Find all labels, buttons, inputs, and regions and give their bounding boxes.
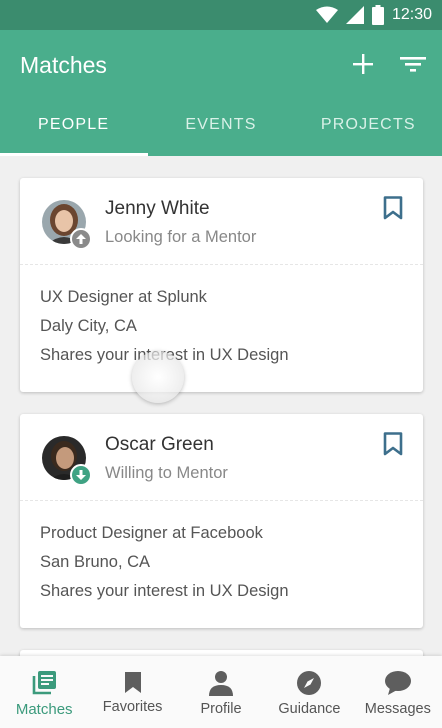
match-location: Daly City, CA [40,317,137,335]
nav-label: Matches [15,701,73,718]
tab-people[interactable]: PEOPLE [0,98,147,156]
match-job: Product Designer at Facebook [40,524,263,542]
nav-item-matches[interactable]: Matches [0,656,88,728]
status-time: 12:30 [391,6,432,23]
avatar [42,200,92,250]
nav-label: Guidance [278,701,341,717]
matches-icon [32,671,57,695]
card-divider [20,264,423,265]
nav-label: Favorites [102,699,163,715]
add-icon [353,54,373,74]
status-bar: 12:30 [0,0,442,30]
nav-label: Messages [364,701,431,717]
match-job: UX Designer at Splunk [40,288,207,306]
tab-events[interactable]: EVENTS [147,98,294,156]
battery-icon [371,5,384,25]
bookmark-button[interactable] [383,196,405,222]
nav-item-favorites[interactable]: Favorites [88,656,176,728]
page-title: Matches [20,52,107,78]
chat-icon [384,671,411,695]
bookmark-icon [124,672,141,693]
bookmark-icon [383,432,403,456]
touch-indicator [132,351,184,403]
bookmark-icon [383,196,403,220]
match-card[interactable]: Oscar Green Willing to Mentor Product De… [20,414,423,628]
match-name: Oscar Green [105,434,214,455]
filter-button[interactable] [399,50,427,78]
match-status: Looking for a Mentor [105,228,257,246]
nav-item-messages[interactable]: Messages [354,656,442,728]
signal-icon [345,6,364,24]
matches-list[interactable]: Jenny White Looking for a Mentor UX Desi… [0,156,442,670]
wifi-icon [315,6,338,23]
mentor-badge [70,464,92,486]
match-location: San Bruno, CA [40,553,151,571]
person-icon [209,671,234,696]
match-card[interactable]: Jenny White Looking for a Mentor UX Desi… [20,178,423,392]
match-status: Willing to Mentor [105,464,228,482]
filter-icon [400,57,426,72]
match-interest: Shares your interest in UX Design [40,582,289,600]
arrow-up-icon [76,234,86,244]
app-bar: Matches [0,30,442,98]
nav-label: Profile [200,701,242,717]
card-divider [20,500,423,501]
tab-bar: PEOPLE EVENTS PROJECTS [0,98,442,156]
bottom-nav: Matches Favorites Profile Guidance Messa… [0,656,442,728]
match-name: Jenny White [105,198,210,219]
compass-icon [297,671,322,695]
nav-item-profile[interactable]: Profile [177,656,265,728]
add-button[interactable] [349,50,377,78]
status-icons: 12:30 [315,4,432,26]
tab-projects[interactable]: PROJECTS [295,98,442,156]
arrow-down-icon [76,470,86,480]
looking-badge [70,228,92,250]
bookmark-button[interactable] [383,432,405,458]
avatar [42,436,92,486]
nav-item-guidance[interactable]: Guidance [265,656,353,728]
